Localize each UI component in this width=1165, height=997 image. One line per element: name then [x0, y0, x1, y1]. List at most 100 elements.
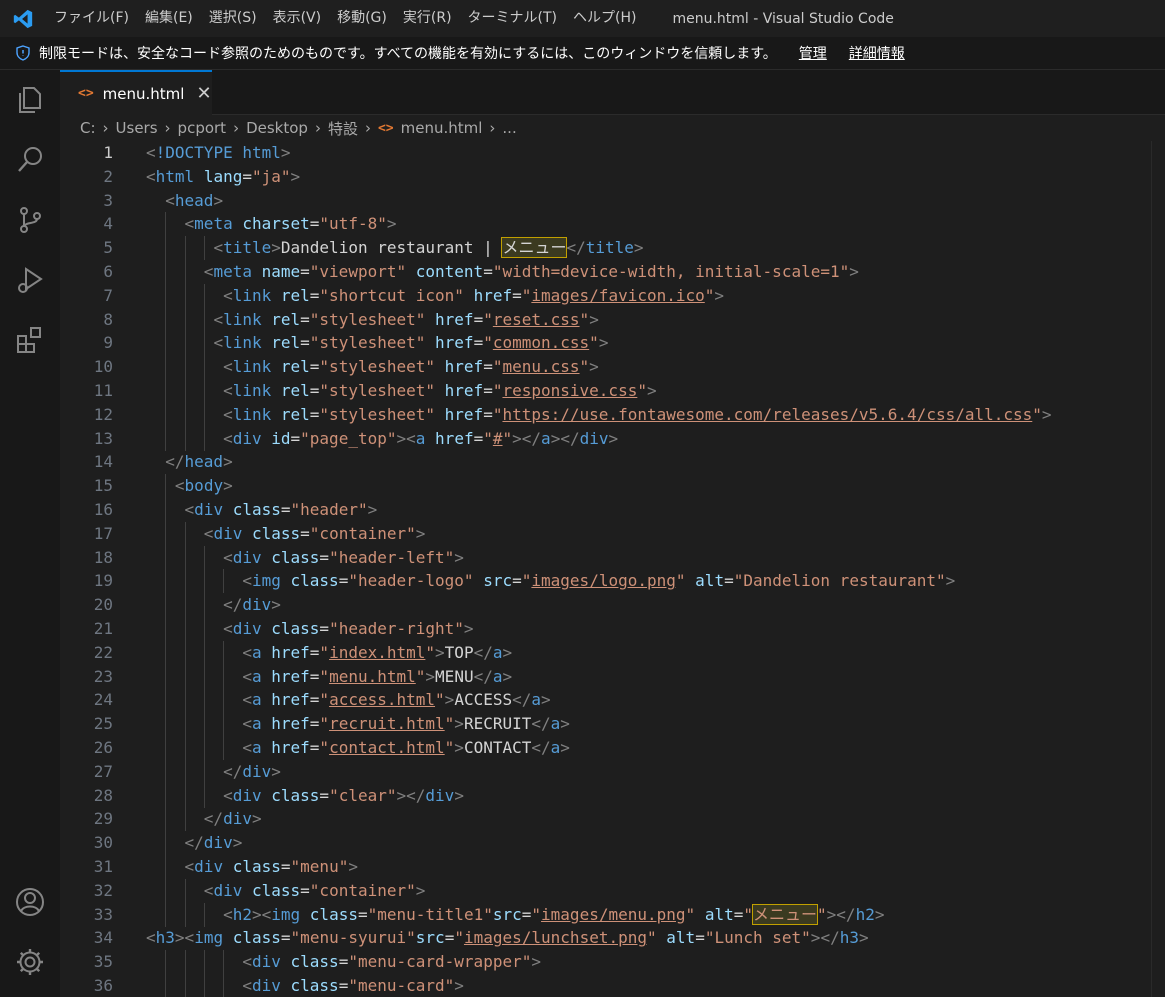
- code-line[interactable]: 18 <div class="header-left">: [60, 545, 1165, 570]
- code-line[interactable]: 3 <head>: [60, 189, 1165, 213]
- menu-file[interactable]: ファイル(F): [46, 0, 137, 37]
- code-line[interactable]: 19 <img class="header-logo" src="images/…: [60, 569, 1165, 594]
- code-line[interactable]: 34 <h3><img class="menu-syurui"src="image…: [60, 926, 1165, 950]
- code-line[interactable]: 6 <meta name="viewport" content="width=d…: [60, 259, 1165, 284]
- editor-scrollbar[interactable]: [1151, 141, 1165, 997]
- code-line[interactable]: 5 <title>Dandelion restaurant | メニュー</ti…: [60, 236, 1165, 261]
- code-line[interactable]: 16 <div class="header">: [60, 497, 1165, 522]
- breadcrumb-item-users[interactable]: Users: [116, 119, 158, 137]
- code-line[interactable]: 36 <div class="menu-card">: [60, 973, 1165, 997]
- code-text: <meta charset="utf-8">: [184, 214, 397, 234]
- extensions-button[interactable]: [0, 310, 60, 370]
- window-title: menu.html - Visual Studio Code: [672, 10, 894, 27]
- menu-help[interactable]: ヘルプ(H): [565, 0, 644, 37]
- code-line[interactable]: 17 <div class="container">: [60, 521, 1165, 546]
- code-line[interactable]: 9 <link rel="stylesheet" href="common.cs…: [60, 331, 1165, 356]
- code-line[interactable]: 8 <link rel="stylesheet" href="reset.css…: [60, 307, 1165, 332]
- code-line[interactable]: 26 <a href="contact.html">CONTACT</a>: [60, 735, 1165, 760]
- breadcrumb-item-desktop[interactable]: Desktop: [246, 119, 308, 137]
- breadcrumb-item-drive[interactable]: C:: [80, 119, 96, 137]
- code-line[interactable]: 29 </div>: [60, 807, 1165, 832]
- code-line[interactable]: 33 <h2><img class="menu-title1"src="imag…: [60, 902, 1165, 927]
- code-text: <!DOCTYPE html>: [146, 143, 291, 162]
- accounts-button[interactable]: [0, 872, 60, 932]
- code-text: <link rel="stylesheet" href="https://use…: [223, 404, 1052, 424]
- line-number: 5: [103, 238, 113, 258]
- code-line[interactable]: 31 <div class="menu">: [60, 854, 1165, 879]
- run-debug-button[interactable]: [0, 250, 60, 310]
- code-text: <div class="menu-card">: [242, 975, 464, 995]
- code-line[interactable]: 35 <div class="menu-card-wrapper">: [60, 950, 1165, 975]
- explorer-button[interactable]: [0, 70, 60, 130]
- code-line[interactable]: 13 <div id="page_top"><a href="#"></a></…: [60, 426, 1165, 451]
- code-text: <img class="header-logo" src="images/log…: [242, 571, 956, 591]
- code-text: </div>: [223, 761, 281, 781]
- code-line[interactable]: 25 <a href="recruit.html">RECRUIT</a>: [60, 712, 1165, 737]
- manage-link[interactable]: 管理: [799, 43, 827, 63]
- run-debug-icon: [18, 267, 43, 293]
- code-text: </head>: [165, 452, 233, 472]
- line-number: 29: [93, 809, 113, 829]
- line-number: 22: [93, 642, 113, 662]
- code-line[interactable]: 20 </div>: [60, 593, 1165, 618]
- code-line[interactable]: 7 <link rel="shortcut icon" href="images…: [60, 283, 1165, 308]
- line-number: 28: [93, 785, 113, 805]
- tab-menu-html[interactable]: <> menu.html ✕: [60, 70, 212, 115]
- code-editor[interactable]: 1 <!DOCTYPE html> 2 <html lang="ja"> 3 <head…: [60, 141, 1165, 997]
- code-text: <div class="header-right">: [223, 618, 474, 638]
- code-line[interactable]: 4 <meta charset="utf-8">: [60, 212, 1165, 237]
- code-line[interactable]: 24 <a href="access.html">ACCESS</a>: [60, 688, 1165, 713]
- code-text: <head>: [165, 190, 224, 210]
- line-number: 6: [103, 261, 113, 281]
- code-line[interactable]: 32 <div class="container">: [60, 878, 1165, 903]
- code-text: <link rel="stylesheet" href="menu.css">: [223, 357, 599, 377]
- breadcrumb-item-file[interactable]: menu.html: [401, 119, 483, 137]
- source-control-button[interactable]: [0, 190, 60, 250]
- chevron-right-icon: ›: [164, 119, 171, 137]
- breadcrumb: C: › Users › pcport › Desktop › 特設 › <> …: [60, 115, 1165, 141]
- restricted-mode-banner: 制限モードは、安全なコード参照のためのものです。すべての機能を有効にするには、こ…: [0, 37, 1165, 70]
- code-line[interactable]: 21 <div class="header-right">: [60, 616, 1165, 641]
- code-line[interactable]: 12 <link rel="stylesheet" href="https://…: [60, 402, 1165, 427]
- line-number: 12: [93, 404, 113, 424]
- code-line[interactable]: 22 <a href="index.html">TOP</a>: [60, 640, 1165, 665]
- menu-edit[interactable]: 編集(E): [137, 0, 201, 37]
- code-text: <div class="menu-card-wrapper">: [242, 952, 541, 972]
- breadcrumb-item-pcport[interactable]: pcport: [178, 119, 227, 137]
- line-number: 31: [93, 856, 113, 876]
- details-link[interactable]: 詳細情報: [849, 43, 905, 63]
- breadcrumb-item-symbols[interactable]: ...: [502, 119, 516, 137]
- code-line[interactable]: 14 </head>: [60, 450, 1165, 474]
- code-line[interactable]: 11 <link rel="stylesheet" href="responsi…: [60, 378, 1165, 403]
- close-icon[interactable]: ✕: [196, 83, 211, 104]
- menu-run[interactable]: 実行(R): [395, 0, 460, 37]
- menu-go[interactable]: 移動(G): [329, 0, 395, 37]
- line-number: 4: [103, 214, 113, 234]
- code-text: <div id="page_top"><a href="#"></a></div…: [223, 428, 619, 448]
- line-number: 3: [103, 190, 113, 210]
- manage-button[interactable]: [0, 932, 60, 992]
- code-text: <body>: [174, 476, 233, 496]
- code-text: <div class="clear"></div>: [223, 785, 464, 805]
- code-line[interactable]: 15 <body>: [60, 474, 1165, 499]
- code-line[interactable]: 1 <!DOCTYPE html>: [60, 141, 1165, 165]
- search-icon: [18, 147, 42, 172]
- menu-view[interactable]: 表示(V): [265, 0, 330, 37]
- code-text: <div class="container">: [203, 880, 426, 900]
- code-line[interactable]: 30 </div>: [60, 831, 1165, 856]
- line-number: 23: [93, 666, 113, 686]
- code-text: <div class="container">: [203, 523, 426, 543]
- code-line[interactable]: 10 <link rel="stylesheet" href="menu.css…: [60, 355, 1165, 380]
- code-text: <meta name="viewport" content="width=dev…: [203, 261, 859, 281]
- code-line[interactable]: 28 <div class="clear"></div>: [60, 783, 1165, 808]
- search-button[interactable]: [0, 130, 60, 190]
- code-line[interactable]: 2 <html lang="ja">: [60, 165, 1165, 189]
- menu-terminal[interactable]: ターミナル(T): [460, 0, 565, 37]
- activity-bar: [0, 70, 60, 997]
- menu-selection[interactable]: 選択(S): [201, 0, 265, 37]
- breadcrumb-item-folder[interactable]: 特設: [328, 118, 358, 139]
- line-number: 34: [93, 928, 113, 948]
- code-line[interactable]: 27 </div>: [60, 759, 1165, 784]
- code-line[interactable]: 23 <a href="menu.html">MENU</a>: [60, 664, 1165, 689]
- code-text: </div>: [223, 595, 281, 615]
